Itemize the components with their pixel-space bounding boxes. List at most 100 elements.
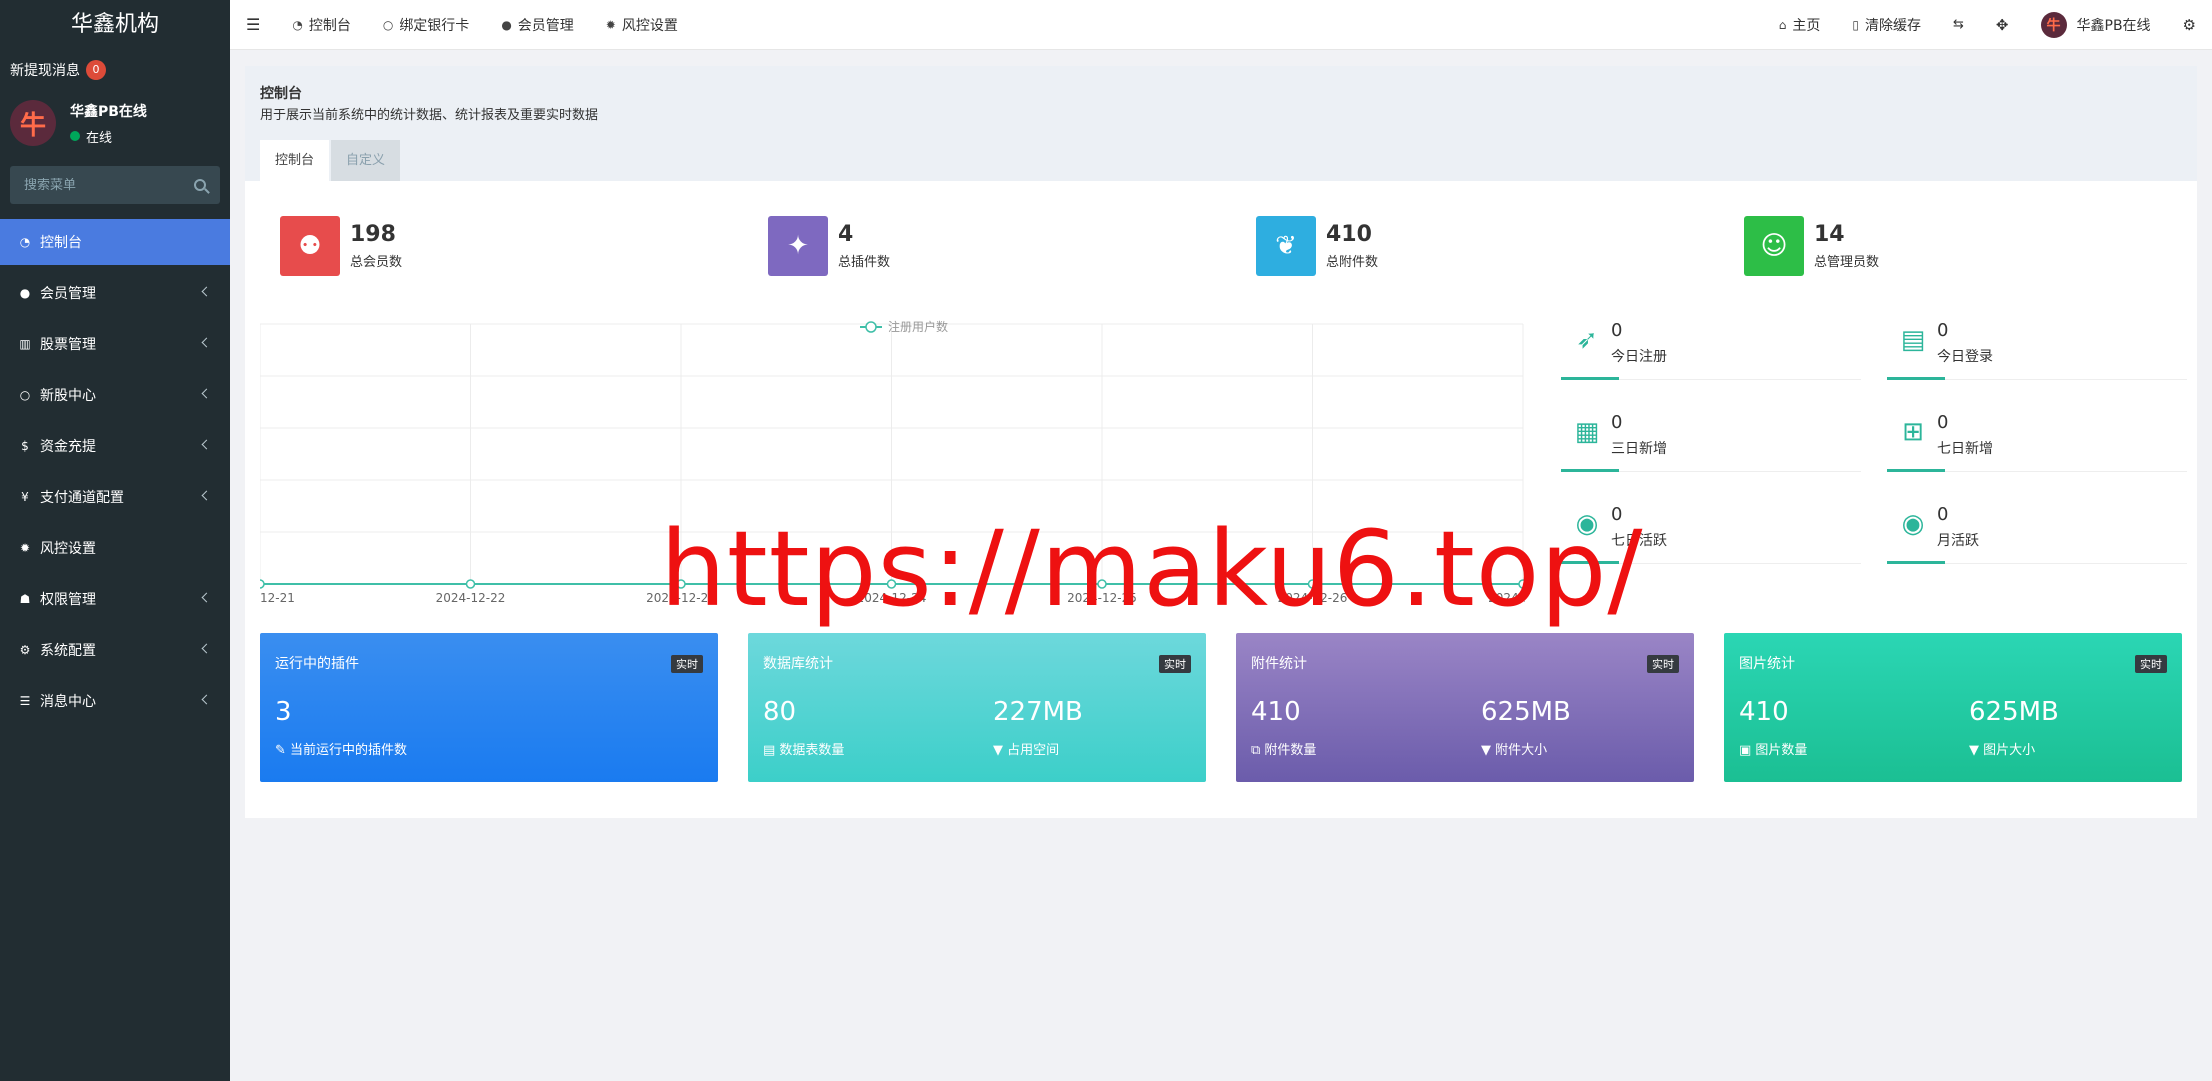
panel-sub: ▣ 图片数量 (1739, 739, 1807, 758)
menu-search-input[interactable] (24, 177, 194, 193)
database-icon: ▤ (763, 743, 780, 758)
page-description: 用于展示当前系统中的统计数据、统计报表及重要实时数据 (260, 108, 599, 123)
group-icon: ☗ (19, 592, 31, 606)
image-icon: ▣ (1739, 743, 1756, 758)
sidebar-item-label: 股票管理 (40, 337, 96, 353)
new-withdraw-message[interactable]: 新提现消息 0 (10, 60, 106, 80)
chevron-left-icon (201, 490, 212, 501)
language-button[interactable]: ⇆ (1937, 0, 1980, 50)
user-panel: 牛 华鑫PB在线 在线 (10, 100, 147, 146)
tab-dashboard-content[interactable]: 控制台 (260, 140, 330, 181)
search-icon[interactable] (194, 179, 206, 191)
stat-value: 14 (1814, 222, 1845, 247)
x-tick-label: 12-21 (260, 591, 295, 605)
kpi-today-register: ➶ 0 今日注册 (1561, 318, 1861, 380)
bank-icon: ▥ (19, 337, 31, 351)
list-icon: ☰ (19, 694, 31, 708)
language-icon: ⇆ (1953, 17, 1964, 32)
magic-wand-icon: ✎ (275, 743, 291, 758)
kpi-today-login: ▤ 0 今日登录 (1887, 318, 2187, 380)
fullscreen-icon: ✥ (1995, 15, 2009, 34)
dashboard-icon: ◔ (292, 17, 303, 32)
user-icon: ● (501, 17, 512, 32)
panel-sub-label: 当前运行中的插件数 (290, 743, 408, 758)
sidebar-item-label: 消息中心 (40, 694, 96, 710)
chevron-left-icon (201, 694, 212, 705)
brand-title[interactable]: 华鑫机构 (0, 0, 230, 49)
user-circle-icon: ● (19, 286, 31, 300)
home-icon: ⌂ (1778, 17, 1787, 32)
panel-value: 80 (763, 697, 797, 727)
kpi-label: 七日新增 (1937, 441, 1993, 457)
legend-label: 注册用户数 (888, 319, 948, 334)
stat-label: 总附件数 (1326, 255, 1379, 270)
panel-sub: ▼ 附件大小 (1481, 739, 1547, 758)
sidebar-item-funds[interactable]: $ 资金充提 (0, 423, 230, 469)
sidebar-item-payment[interactable]: ¥ 支付通道配置 (0, 474, 230, 520)
chevron-left-icon (201, 592, 212, 603)
panel-value: 410 (1739, 697, 1789, 727)
kpi-value: 0 (1937, 504, 1949, 525)
panel-sub-label: 附件数量 (1264, 743, 1317, 758)
settings-button[interactable]: ⚙ (2167, 0, 2212, 50)
user-menu[interactable]: 牛 华鑫PB在线 (2025, 0, 2167, 50)
sidebar-item-ipo[interactable]: ○ 新股中心 (0, 372, 230, 418)
realtime-badge: 实时 (671, 655, 703, 673)
sidebar-item-system[interactable]: ⚙ 系统配置 (0, 627, 230, 673)
home-link[interactable]: ⌂ 主页 (1763, 0, 1837, 50)
clear-cache-button[interactable]: ▯ 清除缓存 (1836, 0, 1937, 50)
chevron-left-icon (201, 388, 212, 399)
user-status: 在线 (70, 127, 147, 146)
panel-title: 附件统计 (1251, 656, 1307, 672)
stat-total-plugins: ✦ 4 总插件数 (768, 216, 890, 276)
sidebar-item-label: 资金充提 (40, 439, 96, 455)
tab-bind-bank-card[interactable]: ○ 绑定银行卡 (367, 0, 485, 50)
filter-icon: ▼ (1969, 743, 1984, 758)
circle-icon: ○ (382, 17, 394, 32)
tab-dashboard[interactable]: ◔ 控制台 (276, 0, 366, 50)
panel-title: 运行中的插件 (275, 656, 359, 672)
sidebar-item-dashboard[interactable]: ◔ 控制台 (0, 219, 230, 265)
user-menu-name: 华鑫PB在线 (2076, 17, 2151, 34)
tab-custom[interactable]: 自定义 (331, 140, 401, 181)
filter-icon: ▼ (1481, 743, 1496, 758)
panel-database-stats: 数据库统计 实时 80 ▤ 数据表数量 227MB ▼ 占用空间 (748, 633, 1206, 782)
gear-icon: ✹ (19, 541, 31, 555)
panel-sub: ▼ 占用空间 (993, 739, 1059, 758)
tab-risk[interactable]: ✹ 风控设置 (590, 0, 694, 50)
data-point (465, 579, 476, 589)
user-name: 华鑫PB在线 (70, 103, 147, 120)
sidebar-item-permissions[interactable]: ☗ 权限管理 (0, 576, 230, 622)
sidebar-item-label: 权限管理 (40, 592, 96, 608)
leaf-icon: ❦ (1256, 216, 1316, 276)
sidebar-item-members[interactable]: ● 会员管理 (0, 270, 230, 316)
sidebar-item-messages[interactable]: ☰ 消息中心 (0, 678, 230, 724)
tab-members[interactable]: ● 会员管理 (485, 0, 589, 50)
panel-title: 数据库统计 (763, 656, 833, 672)
sidebar-item-stocks[interactable]: ▥ 股票管理 (0, 321, 230, 367)
copy-icon: ⧉ (1251, 743, 1265, 758)
sidebar-toggle-button[interactable]: ☰ (230, 0, 276, 50)
chevron-left-icon (201, 286, 212, 297)
avatar: 牛 (2040, 11, 2067, 38)
fullscreen-button[interactable]: ✥ (1980, 0, 2025, 50)
cogs-icon: ⚙ (2182, 15, 2196, 34)
magic-wand-icon: ✦ (768, 216, 828, 276)
users-icon: ⚉ (280, 216, 340, 276)
sidebar-item-risk[interactable]: ✹ 风控设置 (0, 525, 230, 571)
sidebar-item-label: 系统配置 (40, 643, 96, 659)
panel-sub-label: 数据表数量 (779, 743, 845, 758)
panel-value: 3 (275, 697, 292, 727)
new-withdraw-count-badge: 0 (86, 60, 106, 80)
dashboard-icon: ◔ (19, 235, 31, 249)
kpi-label: 今日注册 (1611, 349, 1667, 365)
panel-value: 227MB (993, 697, 1083, 727)
kpi-value: 0 (1937, 320, 1949, 341)
gear-icon: ✹ (605, 17, 616, 32)
panel-sub: ▼ 图片大小 (1969, 739, 2035, 758)
stat-value: 410 (1326, 222, 1372, 247)
sidebar-menu: ◔ 控制台 ● 会员管理 ▥ 股票管理 ○ 新股中心 $ 资金充提 ¥ 支付通道… (0, 219, 230, 729)
realtime-badge: 实时 (2135, 655, 2167, 673)
tab-label: 会员管理 (517, 17, 574, 34)
kpi-label: 三日新增 (1611, 441, 1667, 457)
